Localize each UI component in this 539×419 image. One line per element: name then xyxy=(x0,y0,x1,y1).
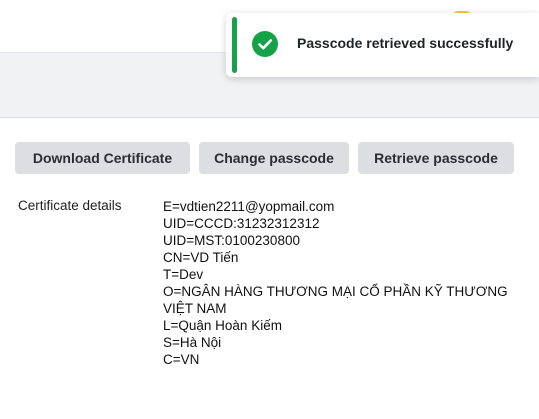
download-certificate-button[interactable]: Download Certificate xyxy=(15,142,190,174)
success-toast: Passcode retrieved successfully xyxy=(226,13,539,77)
certificate-details-label: Certificate details xyxy=(18,198,122,213)
page: Download Certificate Change passcode Ret… xyxy=(0,0,539,419)
toast-message: Passcode retrieved successfully xyxy=(297,35,514,51)
change-passcode-button[interactable]: Change passcode xyxy=(199,142,349,174)
certificate-organization: O=NGÂN HÀNG THƯƠNG MẠI CỔ PHẦN KỸ THƯƠNG… xyxy=(163,284,508,316)
certificate-email: E=vdtien2211@yopmail.com xyxy=(163,199,335,214)
certificate-uid-mst: UID=MST:0100230800 xyxy=(163,233,300,248)
certificate-details-values: E=vdtien2211@yopmail.com UID=CCCD:312323… xyxy=(163,198,523,368)
retrieve-passcode-button[interactable]: Retrieve passcode xyxy=(358,142,514,174)
toast-accent-bar xyxy=(232,17,237,73)
certificate-state: S=Hà Nội xyxy=(163,335,222,350)
certificate-common-name: CN=VD Tiến xyxy=(163,250,239,265)
certificate-locality: L=Quận Hoàn Kiếm xyxy=(163,318,282,333)
certificate-uid-cccd: UID=CCCD:31232312312 xyxy=(163,216,320,231)
check-circle-icon xyxy=(252,31,278,57)
certificate-title: T=Dev xyxy=(163,267,204,282)
certificate-country: C=VN xyxy=(163,352,200,367)
